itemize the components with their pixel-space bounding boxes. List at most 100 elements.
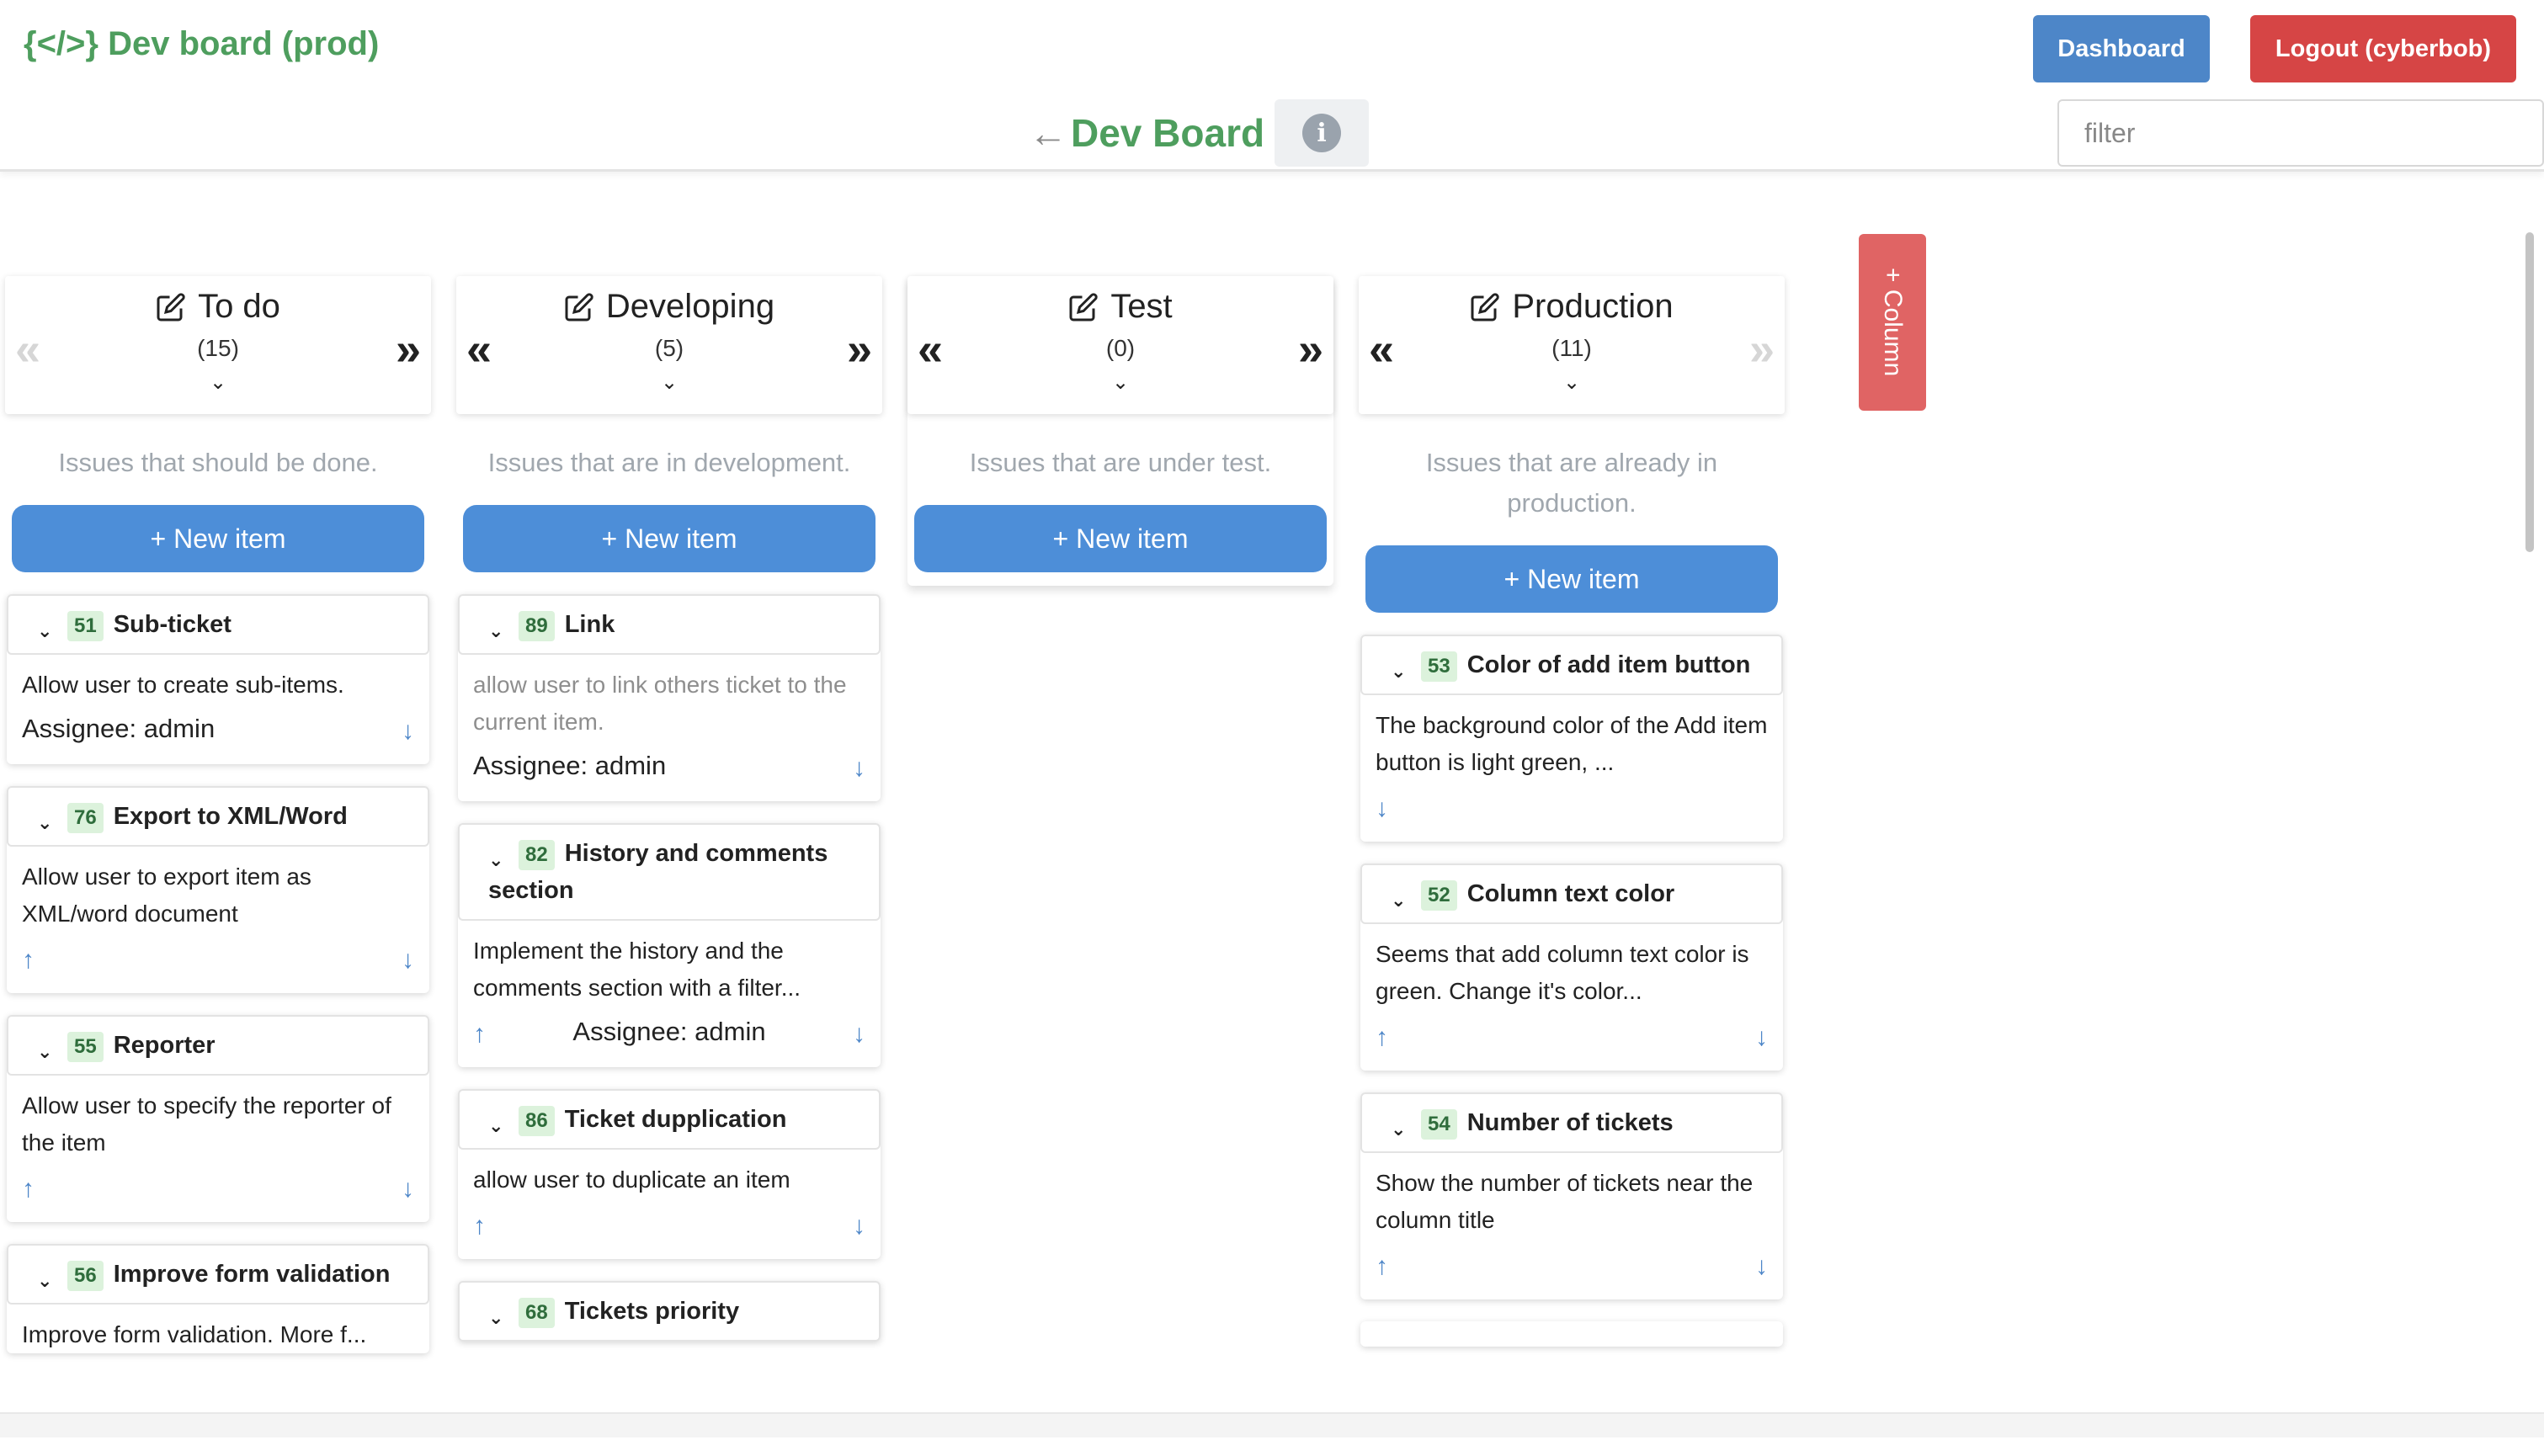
dashboard-button[interactable]: Dashboard: [2033, 15, 2210, 82]
info-button[interactable]: i: [1275, 99, 1370, 167]
arrow-down-icon[interactable]: ↓: [853, 756, 865, 781]
chevron-down-icon[interactable]: ⌄: [37, 805, 52, 842]
chevron-down-icon[interactable]: ⌄: [5, 370, 431, 395]
edit-icon[interactable]: [1068, 292, 1099, 322]
column-title[interactable]: Developing: [456, 288, 882, 326]
chevron-down-icon[interactable]: ⌄: [37, 1034, 52, 1071]
item-id-badge: 89: [519, 611, 555, 641]
filter-input[interactable]: [2057, 99, 2544, 167]
column-count: (5): [654, 335, 684, 361]
arrow-down-icon[interactable]: ↓: [402, 719, 414, 744]
horizontal-scrollbar[interactable]: [0, 1412, 2544, 1437]
arrow-up-icon[interactable]: ↑: [473, 1214, 486, 1239]
item-id-badge: 55: [67, 1032, 104, 1062]
item-header[interactable]: ⌄ 76 Export to XML/Word: [7, 786, 429, 847]
chevron-down-icon[interactable]: ⌄: [37, 1262, 52, 1299]
edit-icon[interactable]: [1470, 292, 1500, 322]
list-item[interactable]: ⌄ 68 Tickets priority: [458, 1281, 881, 1342]
column-title[interactable]: To do: [5, 288, 431, 326]
arrow-down-icon[interactable]: ↓: [402, 1177, 414, 1202]
item-header[interactable]: ⌄ 55 Reporter: [7, 1015, 429, 1076]
double-chevron-right-icon[interactable]: »: [847, 327, 872, 372]
column-description: Issues that are in development.: [487, 448, 851, 477]
arrow-up-icon[interactable]: ↑: [22, 1177, 35, 1202]
list-item[interactable]: ⌄ 51 Sub-ticket Allow user to create sub-…: [7, 594, 429, 764]
chevron-down-icon[interactable]: ⌄: [1391, 653, 1406, 690]
add-column-button[interactable]: + Column: [1859, 234, 1926, 411]
list-item[interactable]: ⌄ 82 History and comments section Impleme…: [458, 823, 881, 1067]
chevron-down-icon[interactable]: ⌄: [488, 1108, 503, 1145]
arrow-down-icon[interactable]: ↓: [1376, 796, 1388, 821]
item-description: Show the number of tickets near the colu…: [1376, 1170, 1754, 1233]
item-description: Improve form validation. More f...: [22, 1321, 367, 1347]
column-header: « Developing (5) ⌄ »: [456, 276, 882, 414]
chevron-down-icon[interactable]: ⌄: [488, 613, 503, 650]
item-header[interactable]: ⌄ 54 Number of tickets: [1360, 1092, 1783, 1153]
list-item[interactable]: ⌄ 56 Improve form validation Improve form…: [7, 1244, 429, 1353]
column-title[interactable]: Production: [1359, 288, 1785, 326]
new-item-button[interactable]: + New item: [1365, 545, 1778, 613]
item-title: Link: [564, 611, 615, 638]
list-item[interactable]: ⌄ 54 Number of tickets Show the number of…: [1360, 1092, 1783, 1299]
new-item-button[interactable]: + New item: [463, 505, 875, 572]
item-id-badge: 51: [67, 611, 104, 641]
chevron-down-icon[interactable]: ⌄: [37, 613, 52, 650]
column-production: « Production (11) ⌄ » Issues that are al…: [1359, 276, 1785, 1347]
board-title: Dev Board: [1071, 111, 1265, 155]
chevron-down-icon[interactable]: ⌄: [907, 370, 1333, 395]
list-item[interactable]: [1360, 1321, 1783, 1347]
logout-button[interactable]: Logout (cyberbob): [2250, 15, 2516, 82]
double-chevron-right-icon[interactable]: »: [396, 327, 421, 372]
arrow-up-icon[interactable]: ↑: [1376, 1254, 1388, 1279]
list-item[interactable]: ⌄ 86 Ticket dupplication allow user to du…: [458, 1089, 881, 1259]
item-title: Color of add item button: [1466, 651, 1751, 678]
item-id-badge: 82: [519, 840, 555, 870]
double-chevron-right-icon[interactable]: »: [1298, 327, 1323, 372]
list-item[interactable]: ⌄ 89 Link allow user to link others ticke…: [458, 594, 881, 801]
chevron-down-icon[interactable]: ⌄: [456, 370, 882, 395]
list-item[interactable]: ⌄ 53 Color of add item button The backgro…: [1360, 635, 1783, 842]
item-header[interactable]: ⌄ 68 Tickets priority: [458, 1281, 881, 1342]
column-title[interactable]: Test: [907, 288, 1333, 326]
list-item[interactable]: ⌄ 52 Column text color Seems that add col…: [1360, 864, 1783, 1071]
chevron-down-icon[interactable]: ⌄: [1391, 1111, 1406, 1148]
arrow-left-icon[interactable]: ←: [1029, 114, 1067, 152]
item-description: Implement the history and the comments s…: [473, 938, 801, 1001]
item-header[interactable]: ⌄ 56 Improve form validation: [7, 1244, 429, 1305]
chevron-down-icon[interactable]: ⌄: [488, 842, 503, 879]
column-title-label: Developing: [605, 288, 775, 325]
edit-icon[interactable]: [564, 292, 594, 322]
vertical-scrollbar[interactable]: [2525, 232, 2534, 552]
item-title: Column text color: [1466, 880, 1675, 907]
item-header[interactable]: ⌄ 86 Ticket dupplication: [458, 1089, 881, 1150]
item-header[interactable]: ⌄ 89 Link: [458, 594, 881, 655]
item-header[interactable]: ⌄ 52 Column text color: [1360, 864, 1783, 924]
new-item-button[interactable]: + New item: [914, 505, 1327, 572]
top-bar: {</>} Dev board (prod) Dashboard Logout …: [0, 0, 2544, 172]
item-title: Reporter: [113, 1032, 216, 1059]
chevron-down-icon[interactable]: ⌄: [488, 1299, 503, 1336]
arrow-down-icon[interactable]: ↓: [402, 948, 414, 973]
chevron-down-icon[interactable]: ⌄: [1359, 370, 1785, 395]
arrow-down-icon[interactable]: ↓: [853, 1214, 865, 1239]
column-description: Issues that are already in production.: [1425, 448, 1718, 518]
arrow-up-icon[interactable]: ↑: [22, 948, 35, 973]
item-id-badge: 52: [1421, 880, 1457, 911]
arrow-up-icon[interactable]: ↑: [1376, 1025, 1388, 1050]
column-description: Issues that are under test.: [969, 448, 1272, 477]
new-item-button[interactable]: + New item: [12, 505, 424, 572]
item-footer: ↑ ↓: [7, 933, 429, 993]
item-header[interactable]: ⌄ 82 History and comments section: [458, 823, 881, 921]
chevron-down-icon[interactable]: ⌄: [1391, 882, 1406, 919]
column-title-label: Test: [1110, 288, 1173, 325]
item-header[interactable]: ⌄ 51 Sub-ticket: [7, 594, 429, 655]
list-item[interactable]: ⌄ 55 Reporter Allow user to specify the r…: [7, 1015, 429, 1222]
item-header[interactable]: ⌄ 53 Color of add item button: [1360, 635, 1783, 695]
arrow-down-icon[interactable]: ↓: [1755, 1025, 1768, 1050]
brand-title[interactable]: {</>} Dev board (prod): [24, 25, 379, 63]
arrow-down-icon[interactable]: ↓: [1755, 1254, 1768, 1279]
edit-icon[interactable]: [156, 292, 186, 322]
list-item[interactable]: ⌄ 76 Export to XML/Word Allow user to exp…: [7, 786, 429, 993]
item-title: Export to XML/Word: [113, 803, 348, 830]
arrow-down-icon[interactable]: ↓: [853, 1022, 865, 1047]
